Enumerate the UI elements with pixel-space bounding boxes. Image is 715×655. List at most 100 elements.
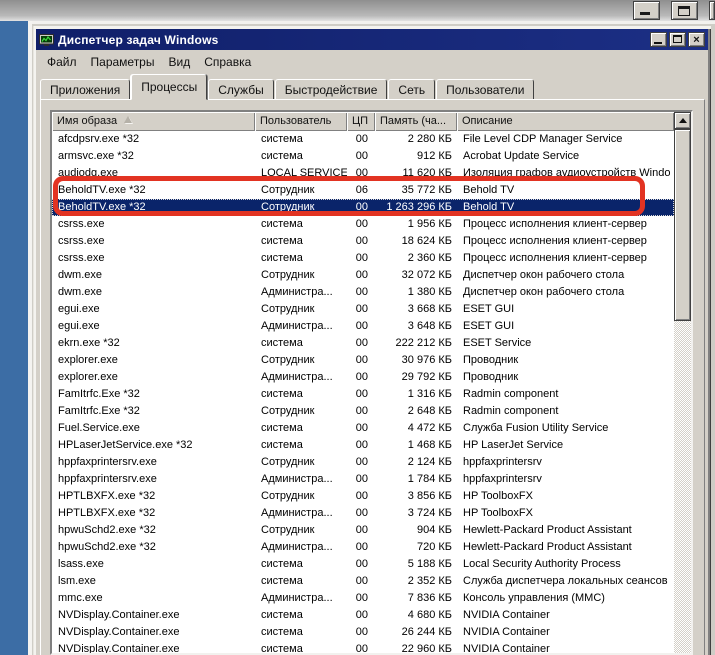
cell-cpu: 00 [347,233,375,250]
cell-mem: 904 КБ [375,522,457,539]
minimize-button[interactable] [650,32,667,47]
cell-name: egui.exe [52,318,255,335]
cell-user: система [255,556,347,573]
table-row[interactable]: hppfaxprintersrv.exeАдминистра...001 784… [52,471,674,488]
table-row[interactable]: HPLaserJetService.exe *32система001 468 … [52,437,674,454]
cell-name: mmc.exe [52,590,255,607]
cell-user: система [255,233,347,250]
table-row[interactable]: NVDisplay.Container.exeсистема0022 960 К… [52,641,674,653]
cell-mem: 1 468 КБ [375,437,457,454]
table-row[interactable]: FamItrfc.Exe *32система001 316 КБRadmin … [52,386,674,403]
table-row[interactable]: BeholdTV.exe *32Сотрудник0635 772 КБBeho… [52,182,674,199]
tab-networking[interactable]: Сеть [388,79,435,100]
table-row[interactable]: HPTLBXFX.exe *32Сотрудник003 856 КБHP To… [52,488,674,505]
cell-name: ekrn.exe *32 [52,335,255,352]
cell-name: BeholdTV.exe *32 [52,182,255,199]
table-row[interactable]: lsm.exeсистема002 352 КБСлужба диспетчер… [52,573,674,590]
cell-name: HPTLBXFX.exe *32 [52,488,255,505]
cell-mem: 2 352 КБ [375,573,457,590]
tab-users[interactable]: Пользователи [436,79,534,100]
cell-user: система [255,131,347,148]
cell-cpu: 00 [347,420,375,437]
minimize-icon [654,42,662,44]
cell-cpu: 00 [347,250,375,267]
table-row[interactable]: csrss.exeсистема001 956 КБПроцесс исполн… [52,216,674,233]
column-header-user[interactable]: Пользователь [255,112,347,131]
table-row[interactable]: Fuel.Service.exeсистема004 472 КБСлужба … [52,420,674,437]
menu-options[interactable]: Параметры [84,53,162,71]
column-header-description[interactable]: Описание [457,112,674,131]
background-minimize-button[interactable] [633,1,660,20]
cell-desc: Acrobat Update Service [457,148,674,165]
cell-desc: Проводник [457,352,674,369]
tab-processes[interactable]: Процессы [131,74,207,100]
cell-name: FamItrfc.Exe *32 [52,403,255,420]
cell-desc: NVIDIA Container [457,641,674,653]
vertical-scrollbar[interactable] [674,112,691,653]
maximize-button[interactable] [669,32,686,47]
table-row[interactable]: HPTLBXFX.exe *32Администра...003 724 КБH… [52,505,674,522]
maximize-icon [673,35,682,43]
background-close-button[interactable] [709,1,715,20]
table-row[interactable]: egui.exeАдминистра...003 648 КБESET GUI [52,318,674,335]
cell-cpu: 00 [347,590,375,607]
table-row[interactable]: hpwuSchd2.exe *32Сотрудник00904 КБHewlet… [52,522,674,539]
close-button[interactable]: × [688,32,705,47]
background-maximize-button[interactable] [671,1,698,20]
table-row[interactable]: ekrn.exe *32система00222 212 КБESET Serv… [52,335,674,352]
close-icon: × [689,33,704,46]
maximize-icon [678,6,690,16]
cell-mem: 29 792 КБ [375,369,457,386]
table-row[interactable]: afcdpsrv.exe *32система002 280 КБFile Le… [52,131,674,148]
column-header-image-name[interactable]: Имя образа [52,112,255,131]
menu-view[interactable]: Вид [161,53,197,71]
table-row[interactable]: dwm.exeСотрудник0032 072 КБДиспетчер око… [52,267,674,284]
table-row[interactable]: NVDisplay.Container.exeсистема0026 244 К… [52,624,674,641]
scrollbar-up-button[interactable] [674,112,691,129]
tab-services[interactable]: Службы [208,79,273,100]
cell-name: csrss.exe [52,250,255,267]
column-header-cpu[interactable]: ЦП [347,112,375,131]
cell-name: explorer.exe [52,369,255,386]
cell-mem: 720 КБ [375,539,457,556]
table-row[interactable]: mmc.exeАдминистра...007 836 КБКонсоль уп… [52,590,674,607]
cell-user: система [255,624,347,641]
table-row[interactable]: armsvc.exe *32система00912 КБAcrobat Upd… [52,148,674,165]
menu-help[interactable]: Справка [197,53,258,71]
cell-cpu: 00 [347,131,375,148]
table-row[interactable]: hpwuSchd2.exe *32Администра...00720 КБHe… [52,539,674,556]
scrollbar-thumb[interactable] [674,129,691,321]
cell-user: Сотрудник [255,301,347,318]
table-row[interactable]: csrss.exeсистема002 360 КБПроцесс исполн… [52,250,674,267]
table-row[interactable]: NVDisplay.Container.exeсистема004 680 КБ… [52,607,674,624]
table-row[interactable]: egui.exeСотрудник003 668 КБESET GUI [52,301,674,318]
cell-user: система [255,250,347,267]
tab-performance[interactable]: Быстродействие [275,79,388,100]
table-row[interactable]: audiodg.exeLOCAL SERVICE0011 620 КБИзоля… [52,165,674,182]
background-left-panel [0,21,28,655]
cell-user: система [255,573,347,590]
cell-cpu: 00 [347,284,375,301]
cell-cpu: 00 [347,352,375,369]
cell-cpu: 00 [347,216,375,233]
table-row[interactable]: hppfaxprintersrv.exeСотрудник002 124 КБh… [52,454,674,471]
cell-desc: Диспетчер окон рабочего стола [457,267,674,284]
cell-name: csrss.exe [52,216,255,233]
cell-user: Сотрудник [255,182,347,199]
table-row[interactable]: dwm.exeАдминистра...001 380 КБДиспетчер … [52,284,674,301]
table-row[interactable]: lsass.exeсистема005 188 КБLocal Security… [52,556,674,573]
cell-mem: 2 648 КБ [375,403,457,420]
table-row[interactable]: explorer.exeСотрудник0030 976 КБПроводни… [52,352,674,369]
cell-mem: 2 280 КБ [375,131,457,148]
table-row[interactable]: explorer.exeАдминистра...0029 792 КБПров… [52,369,674,386]
titlebar[interactable]: Диспетчер задач Windows × [36,29,708,50]
column-header-memory[interactable]: Память (ча... [375,112,457,131]
table-row[interactable]: BeholdTV.exe *32Сотрудник001 263 296 КБB… [52,199,674,216]
cell-user: система [255,420,347,437]
table-row[interactable]: FamItrfc.Exe *32Сотрудник002 648 КБRadmi… [52,403,674,420]
tab-applications[interactable]: Приложения [40,79,130,100]
cell-cpu: 00 [347,454,375,471]
cell-user: Сотрудник [255,403,347,420]
menu-file[interactable]: Файл [40,53,84,71]
table-row[interactable]: csrss.exeсистема0018 624 КБПроцесс испол… [52,233,674,250]
